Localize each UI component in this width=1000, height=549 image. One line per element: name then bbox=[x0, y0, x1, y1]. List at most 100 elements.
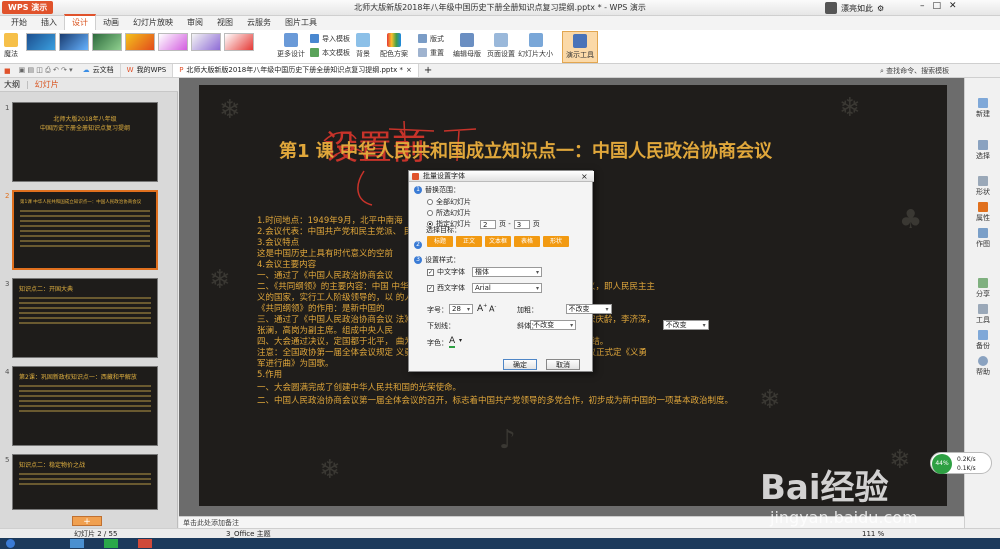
command-search[interactable]: ⌕ 查找命令、搜索模板 bbox=[880, 66, 990, 76]
app-menu-button[interactable]: WPS 演示 bbox=[2, 1, 54, 14]
tab-cloud[interactable]: 云服务 bbox=[240, 16, 278, 30]
slide-body-line[interactable]: 1.时间地点：1949年9月，北平中南海 bbox=[257, 216, 403, 227]
slide-body-line[interactable]: 一、通过了《中国人民政治协商会议 bbox=[257, 271, 393, 282]
text-template-button[interactable]: 本文模板 bbox=[310, 47, 350, 58]
add-slide-button[interactable]: + bbox=[72, 516, 102, 527]
radio-all-slides[interactable]: 全部幻灯片 bbox=[427, 197, 471, 207]
slide-thumbnail-1[interactable]: 北师大版2018年八年级 中国历史下册全册知识点复习提纲 bbox=[12, 102, 158, 182]
rail-share[interactable]: 分享 bbox=[969, 278, 997, 299]
slide-body-line[interactable]: 5.作用 bbox=[257, 370, 282, 381]
radio-selected-slides[interactable]: 所选幻灯片 bbox=[427, 208, 471, 218]
slide-thumbnail-5[interactable]: 知识点二：稳定物价之战 bbox=[12, 454, 158, 510]
rail-drawing[interactable]: 作图 bbox=[969, 228, 997, 249]
slide-thumbnail-4[interactable]: 第2课：巩固新政权知识点一：西藏和平解放 bbox=[12, 366, 158, 446]
user-area[interactable]: 漂亮如此 ⚙ bbox=[825, 1, 884, 15]
tab-current-document[interactable]: P 北师大版新版2018年八年级中国历史下册全册知识点复习提纲.pptx * × bbox=[173, 64, 419, 77]
slide-thumbnail-2[interactable]: 第1课 中华人民共和国成立知识点一：中国人民政治协商会议 bbox=[12, 190, 158, 270]
reset-button[interactable]: 重置 bbox=[418, 47, 444, 58]
tab-home[interactable]: 开始 bbox=[4, 16, 34, 30]
design-thumb[interactable] bbox=[158, 33, 188, 51]
target-body-button[interactable]: 正文 bbox=[456, 236, 482, 247]
increase-font-icon[interactable]: A+ bbox=[477, 303, 487, 314]
taskbar-app-icon[interactable] bbox=[70, 539, 84, 548]
bold-select[interactable]: 不改变 bbox=[565, 304, 612, 314]
slide-title[interactable]: 第1 课 中华人民共和国成立知识点一：中国人民政治协商会议 bbox=[279, 137, 919, 163]
rail-backup[interactable]: 备份 bbox=[969, 330, 997, 351]
format-button[interactable]: 版式 bbox=[418, 33, 444, 44]
font-color-icon[interactable]: A bbox=[449, 336, 456, 348]
tab-insert[interactable]: 插入 bbox=[34, 16, 64, 30]
tab-slideshow[interactable]: 幻灯片放映 bbox=[126, 16, 180, 30]
tab-animation[interactable]: 动画 bbox=[96, 16, 126, 30]
background-button[interactable]: 背景 bbox=[356, 33, 370, 59]
dialog-title-bar[interactable]: 批量设置字体 bbox=[409, 171, 594, 182]
to-page-input[interactable]: 3 bbox=[513, 219, 530, 229]
tab-review[interactable]: 审阅 bbox=[180, 16, 210, 30]
rail-tools[interactable]: 工具 bbox=[969, 304, 997, 325]
tab-my-wps[interactable]: W 我的WPS bbox=[121, 64, 174, 77]
chinese-font-select[interactable]: 楷体 bbox=[472, 267, 542, 277]
chinese-font-checkbox[interactable]: ✓ 中文字体 楷体 bbox=[427, 267, 542, 277]
target-title-button[interactable]: 标题 bbox=[427, 236, 453, 247]
rail-properties[interactable]: 属性 bbox=[969, 202, 997, 223]
avatar[interactable] bbox=[825, 2, 837, 14]
dialog-close-button[interactable]: × bbox=[581, 171, 588, 182]
slide-thumbnail-3[interactable]: 知识点二：开国大典 bbox=[12, 278, 158, 358]
tab-cloud-docs[interactable]: ☁ 云文档 bbox=[77, 64, 121, 77]
font-size-select[interactable]: 28 bbox=[449, 304, 473, 314]
ok-button[interactable]: 确定 bbox=[503, 359, 537, 370]
rail-help[interactable]: 帮助 bbox=[969, 356, 997, 377]
slide-body-line[interactable]: 二、中国人民政治协商会议第一届全体会议的召开，标志着中国共产党领导的多党合作，初… bbox=[257, 396, 733, 407]
import-template-button[interactable]: 导入模板 bbox=[310, 33, 350, 44]
tab-picture-tools[interactable]: 图片工具 bbox=[278, 16, 324, 30]
slide-body-line[interactable]: 4.会议主要内容 bbox=[257, 260, 316, 271]
tab-design[interactable]: 设计 bbox=[64, 14, 96, 30]
from-page-input[interactable]: 2 bbox=[480, 219, 496, 229]
western-font-checkbox[interactable]: ✓ 西文字体 Arial bbox=[427, 283, 542, 293]
color-scheme-button[interactable]: 配色方案 bbox=[380, 33, 408, 59]
design-thumb[interactable] bbox=[125, 33, 155, 51]
slide-body-line[interactable]: 这是中国历史上具有时代意义的空前 bbox=[257, 249, 393, 260]
rail-new[interactable]: 新建 bbox=[969, 98, 997, 119]
slide-size-button[interactable]: 幻灯片大小 bbox=[518, 33, 553, 59]
cancel-button[interactable]: 取消 bbox=[546, 359, 580, 370]
target-textbox-button[interactable]: 文本框 bbox=[485, 236, 511, 247]
page-setup-button[interactable]: 页面设置 bbox=[487, 33, 515, 59]
slide-body-line[interactable]: 《共同纲领》的作用：是新中国的 bbox=[257, 304, 385, 315]
design-thumb[interactable] bbox=[92, 33, 122, 51]
tab-outline[interactable]: 大纲 bbox=[4, 79, 20, 90]
rail-shape[interactable]: 形状 bbox=[969, 176, 997, 197]
taskbar-app-icon[interactable] bbox=[104, 539, 118, 548]
tab-slides[interactable]: 幻灯片 bbox=[35, 79, 59, 90]
new-tab-icon[interactable]: + bbox=[419, 65, 437, 76]
minimize-icon[interactable]: – bbox=[920, 1, 925, 11]
design-thumb[interactable] bbox=[224, 33, 254, 51]
design-thumb[interactable] bbox=[191, 33, 221, 51]
tab-view[interactable]: 视图 bbox=[210, 16, 240, 30]
slide-body-line[interactable]: 一、大会圆满完成了创建中华人民共和国的光荣使命。 bbox=[257, 383, 461, 394]
close-icon[interactable]: ✕ bbox=[949, 1, 957, 11]
chevron-down-icon[interactable]: ▾ bbox=[459, 337, 462, 344]
edit-master-button[interactable]: 编辑母版 bbox=[453, 33, 481, 59]
more-design-button[interactable]: 更多设计 bbox=[277, 33, 305, 59]
maximize-icon[interactable]: □ bbox=[933, 1, 942, 11]
wps-file-icon[interactable]: ■ bbox=[0, 67, 15, 75]
thumb-title: 第2课：巩固新政权知识点一：西藏和平解放 bbox=[19, 374, 137, 381]
slide-body-line[interactable]: 3.会议特点 bbox=[257, 238, 299, 249]
presenter-tools-button[interactable]: 演示工具 bbox=[562, 31, 598, 63]
western-font-select[interactable]: Arial bbox=[472, 283, 542, 293]
rail-select[interactable]: 选择 bbox=[969, 140, 997, 161]
slide-body-line[interactable]: 军进行曲》为国歌。 bbox=[257, 359, 334, 370]
design-thumb[interactable] bbox=[26, 33, 56, 51]
target-table-button[interactable]: 表格 bbox=[514, 236, 540, 247]
close-tab-icon[interactable]: × bbox=[406, 64, 412, 77]
settings-icon[interactable]: ⚙ bbox=[877, 4, 884, 13]
start-icon[interactable] bbox=[6, 539, 15, 548]
slide-body-line[interactable]: 张澜，高岗为副主席。组成中央人民 bbox=[257, 326, 393, 337]
taskbar-app-icon[interactable] bbox=[138, 539, 152, 548]
magic-button[interactable]: 魔法 bbox=[4, 33, 18, 59]
target-shape-button[interactable]: 形状 bbox=[543, 236, 569, 247]
decrease-font-icon[interactable]: A- bbox=[489, 304, 496, 314]
italic-select[interactable]: 不改变 bbox=[662, 320, 709, 330]
design-thumb[interactable] bbox=[59, 33, 89, 51]
